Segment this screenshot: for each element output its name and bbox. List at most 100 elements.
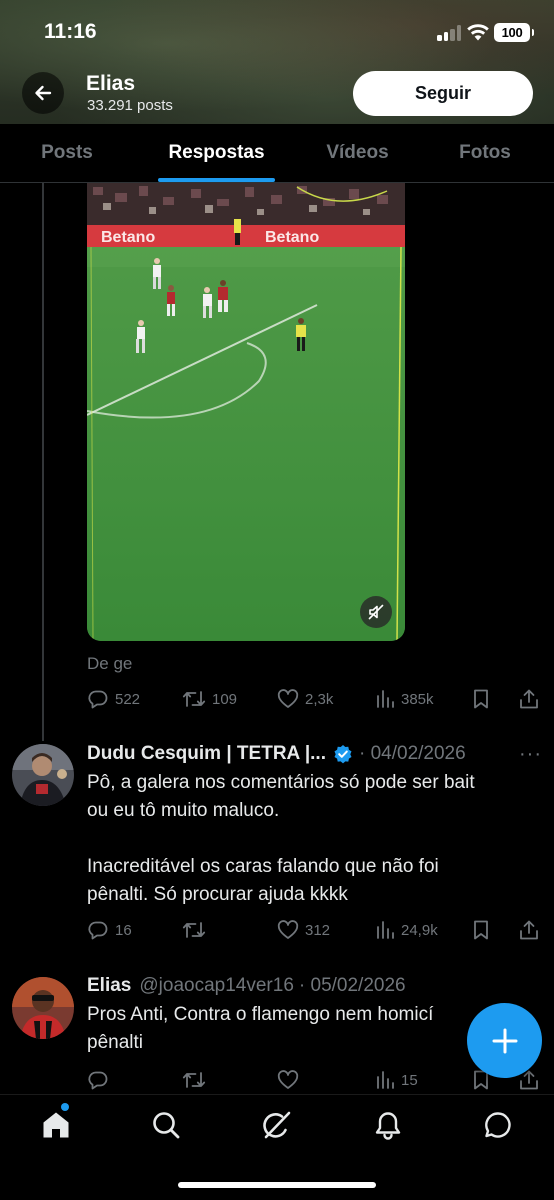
views-button[interactable]: 385k <box>375 687 434 711</box>
bookmark-icon <box>474 689 488 709</box>
post-date[interactable]: · 05/02/2026 <box>299 975 406 997</box>
post-text-line: pênalti. Só procurar ajuda kkkk <box>87 884 348 905</box>
nav-search[interactable] <box>146 1105 186 1145</box>
reply-icon <box>88 921 108 940</box>
notifications-icon <box>375 1112 401 1140</box>
profile-header: 11:16 100 Elias 33.291 posts Seguir <box>0 0 554 124</box>
views-button[interactable]: 15 <box>375 1068 418 1092</box>
profile-name: Elias <box>86 72 136 95</box>
post-date[interactable]: · 04/02/2026 <box>359 743 466 765</box>
more-icon[interactable]: ··· <box>519 743 542 766</box>
tab-replies[interactable]: Respostas <box>134 124 299 182</box>
like-icon <box>277 689 299 708</box>
home-icon <box>43 1112 69 1138</box>
tab-posts[interactable]: Posts <box>0 124 134 182</box>
verified-icon <box>334 745 352 764</box>
views-icon <box>377 921 394 939</box>
nav-notifications[interactable] <box>368 1105 408 1145</box>
reply-count: 16 <box>115 921 132 939</box>
repost-button[interactable] <box>182 918 212 942</box>
views-count: 15 <box>401 1071 418 1089</box>
repost-button[interactable] <box>182 1068 206 1092</box>
compose-icon <box>492 1028 517 1053</box>
status-bar: 11:16 100 <box>0 0 554 64</box>
active-tab-indicator <box>158 178 275 182</box>
repost-count: 109 <box>212 690 238 708</box>
avatar[interactable] <box>12 744 74 806</box>
post-actions: 16 312 24,9k <box>87 918 543 942</box>
post-body: Pros Anti, Contra o flamengo nem homicí … <box>87 1001 527 1057</box>
like-button[interactable]: 2,3k <box>277 687 333 711</box>
nav-home[interactable] <box>36 1105 76 1145</box>
like-count: 312 <box>305 921 331 939</box>
repost-icon <box>182 1072 206 1088</box>
video-player[interactable]: Betano Betano <box>87 183 405 641</box>
views-count: 24,9k <box>401 921 438 939</box>
post-text-line: ou eu tô muito maluco. <box>87 800 280 821</box>
search-icon <box>153 1112 180 1139</box>
back-button[interactable] <box>22 72 64 114</box>
share-button[interactable] <box>518 918 540 942</box>
post-text-spacer <box>87 825 527 853</box>
ad-board-text: Betano <box>265 229 319 246</box>
ad-board-text: Betano <box>101 229 155 246</box>
thread-connector-line <box>42 183 44 741</box>
tab-videos[interactable]: Vídeos <box>299 124 416 182</box>
wifi-icon <box>467 24 489 41</box>
views-icon <box>377 1071 394 1089</box>
back-arrow-icon <box>35 85 52 101</box>
status-time: 11:16 <box>44 20 97 43</box>
share-button[interactable] <box>518 687 540 711</box>
like-button[interactable]: 312 <box>277 918 330 942</box>
bookmark-icon <box>474 920 488 940</box>
views-icon <box>377 690 394 708</box>
tab-photos[interactable]: Fotos <box>416 124 554 182</box>
nav-grok[interactable] <box>257 1105 297 1145</box>
reply-count: 522 <box>115 690 141 708</box>
messages-icon <box>485 1112 511 1138</box>
repost-icon <box>182 691 206 707</box>
reply-icon <box>88 1071 108 1090</box>
profile-tabs: Posts Respostas Vídeos Fotos <box>0 124 554 183</box>
follow-button[interactable]: Seguir <box>353 71 533 116</box>
share-icon <box>520 689 538 709</box>
repost-button[interactable]: 109 <box>182 687 237 711</box>
mute-button[interactable] <box>360 596 392 628</box>
battery-indicator: 100 <box>494 23 534 42</box>
like-icon <box>277 1070 299 1089</box>
like-button[interactable] <box>277 1068 299 1092</box>
views-count: 385k <box>401 690 434 708</box>
reply-button[interactable]: 16 <box>87 918 132 942</box>
author-name[interactable]: Elias <box>87 975 131 997</box>
repost-icon <box>182 922 206 938</box>
cellular-signal-icon <box>437 25 461 41</box>
post-header: Elias @joaocap14ver16 · 05/02/2026 <box>87 975 406 997</box>
views-button[interactable]: 24,9k <box>375 918 438 942</box>
author-name[interactable]: Dudu Cesquim | TETRA |... <box>87 743 326 765</box>
reply-button[interactable] <box>87 1068 109 1092</box>
nav-messages[interactable] <box>478 1105 518 1145</box>
media-source-label: De ge <box>87 654 133 673</box>
bookmark-button[interactable] <box>471 687 491 711</box>
post-text-line: Pô, a galera nos comentários só pode ser… <box>87 772 475 793</box>
reply-icon <box>88 690 108 709</box>
reply-button[interactable]: 522 <box>87 687 140 711</box>
notification-dot <box>61 1103 69 1111</box>
post-actions: 15 <box>87 1068 543 1092</box>
post-actions: 522 109 2,3k 385k <box>87 687 543 711</box>
like-icon <box>277 920 299 939</box>
share-icon <box>520 920 538 940</box>
avatar[interactable] <box>12 977 74 1039</box>
author-handle[interactable]: @joaocap14ver16 <box>139 975 294 997</box>
bookmark-button[interactable] <box>471 918 491 942</box>
post-text-line: Inacreditável os caras falando que não f… <box>87 856 439 877</box>
like-count: 2,3k <box>305 690 334 708</box>
grok-icon <box>263 1111 291 1139</box>
mute-icon <box>368 604 384 620</box>
profile-posts-count: 33.291 posts <box>87 97 173 114</box>
post-text-line: Pros Anti, Contra o flamengo nem homicí <box>87 1004 434 1025</box>
compose-button[interactable] <box>467 1003 542 1078</box>
post-body: Pô, a galera nos comentários só pode ser… <box>87 769 527 909</box>
post-text-line: pênalti <box>87 1032 143 1053</box>
home-indicator <box>178 1182 376 1188</box>
